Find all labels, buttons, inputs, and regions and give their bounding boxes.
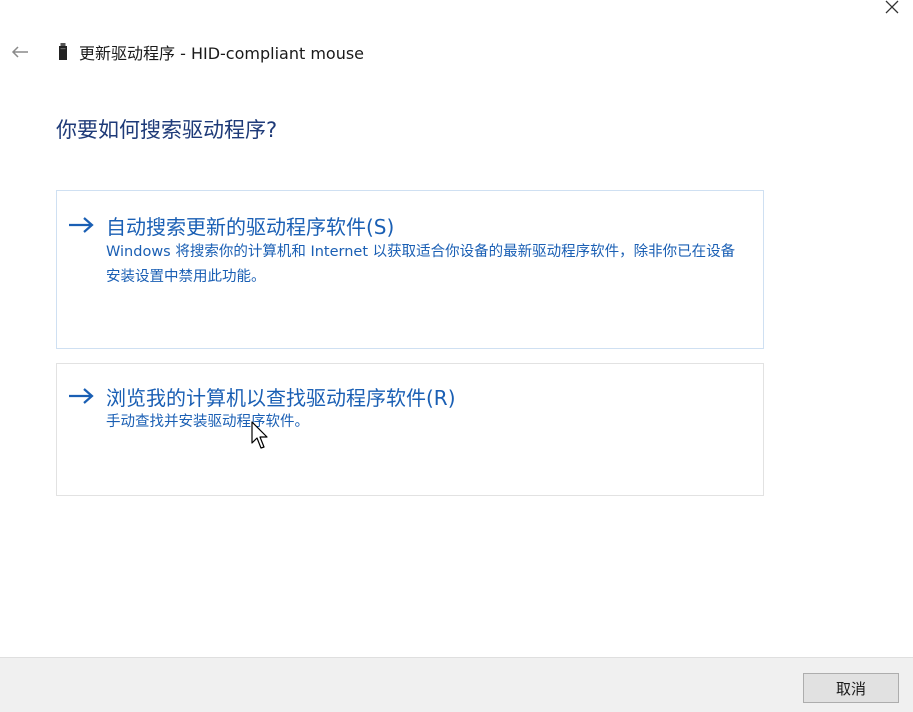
auto-search-description: Windows 将搜索你的计算机和 Internet 以获取适合你设备的最新驱动… (106, 244, 736, 285)
close-icon[interactable] (881, 0, 903, 18)
dialog-footer: 取消 (0, 657, 913, 712)
auto-search-title: 自动搜索更新的驱动程序软件(S) (106, 215, 395, 239)
auto-search-option[interactable]: 自动搜索更新的驱动程序软件(S) Windows 将搜索你的计算机和 Inter… (56, 190, 764, 349)
window-title: 更新驱动程序 - HID-compliant mouse (79, 44, 365, 63)
browse-computer-option[interactable]: 浏览我的计算机以查找驱动程序软件(R) 手动查找并安装驱动程序软件。 (56, 363, 764, 496)
arrow-right-icon (69, 217, 94, 233)
back-arrow-icon[interactable] (10, 44, 30, 60)
page-heading: 你要如何搜索驱动程序? (56, 118, 278, 142)
arrow-right-icon (69, 388, 94, 404)
update-driver-dialog: 更新驱动程序 - HID-compliant mouse 你要如何搜索驱动程序?… (0, 0, 913, 712)
usb-device-icon (59, 43, 67, 60)
browse-computer-title: 浏览我的计算机以查找驱动程序软件(R) (106, 386, 456, 410)
browse-computer-description: 手动查找并安装驱动程序软件。 (106, 414, 309, 430)
cancel-button[interactable]: 取消 (803, 673, 899, 703)
dialog-header: 更新驱动程序 - HID-compliant mouse (10, 40, 364, 64)
